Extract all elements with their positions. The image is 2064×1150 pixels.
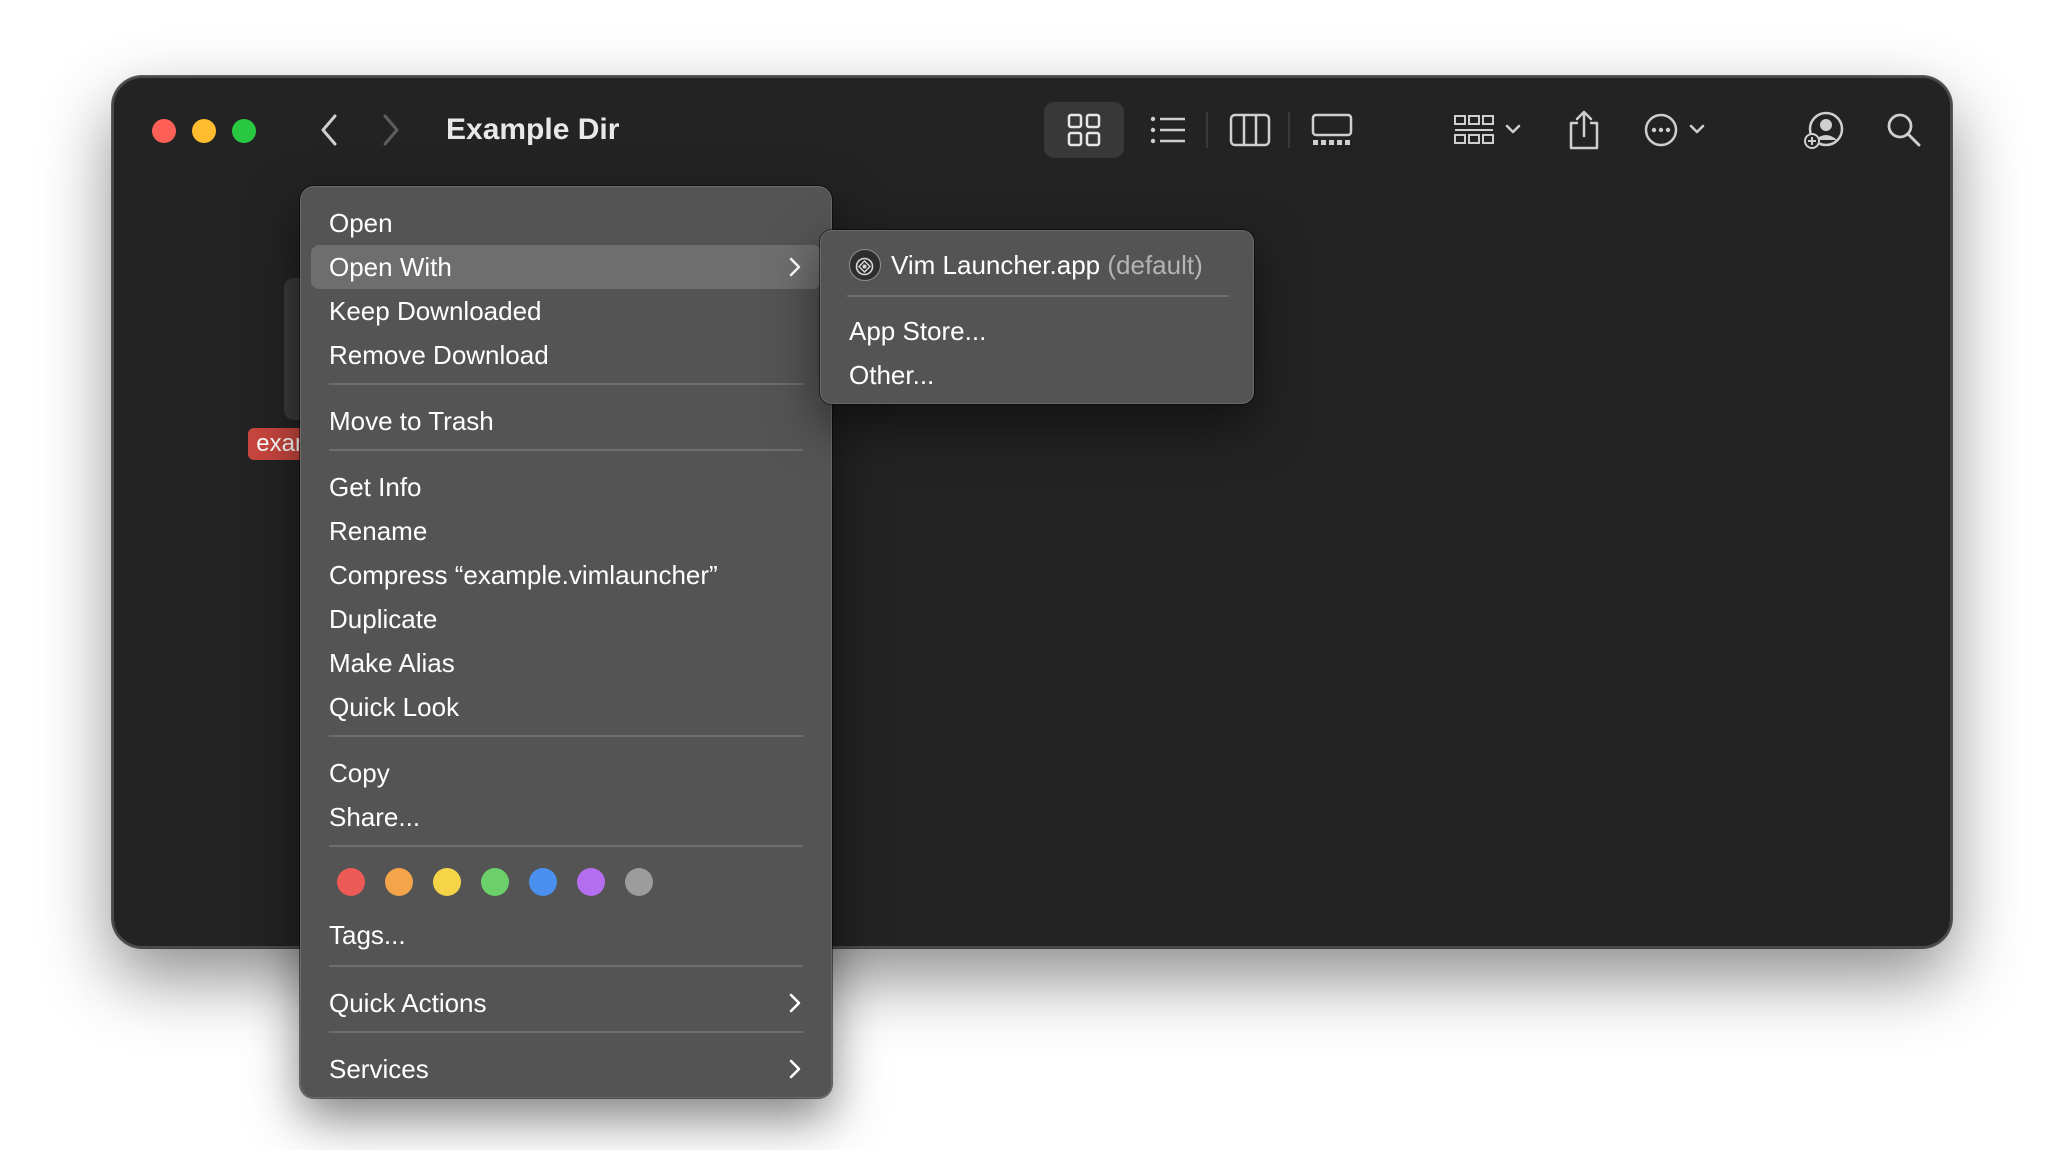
icon-view-button[interactable] bbox=[1044, 102, 1124, 158]
menu-separator bbox=[329, 383, 803, 385]
group-icon bbox=[1454, 115, 1521, 144]
tag-color-blue[interactable] bbox=[529, 868, 557, 896]
tag-color-red[interactable] bbox=[337, 868, 365, 896]
menu-item-share[interactable]: Share... bbox=[311, 795, 821, 839]
menu-item-rename[interactable]: Rename bbox=[311, 509, 821, 553]
column-view-button[interactable] bbox=[1214, 102, 1286, 158]
tag-color-green[interactable] bbox=[481, 868, 509, 896]
minimize-window-button[interactable] bbox=[192, 119, 216, 143]
close-window-button[interactable] bbox=[152, 119, 176, 143]
menu-item-quick-actions-label: Quick Actions bbox=[329, 988, 487, 1018]
gallery-view-button[interactable] bbox=[1296, 102, 1368, 158]
menu-item-services-label: Services bbox=[329, 1054, 429, 1084]
gallery-view-icon bbox=[1311, 113, 1353, 145]
menu-item-compress[interactable]: Compress “example.vimlauncher” bbox=[311, 553, 821, 597]
list-view-button[interactable] bbox=[1132, 102, 1204, 158]
menu-item-remove-download[interactable]: Remove Download bbox=[311, 333, 821, 377]
tag-color-gray[interactable] bbox=[625, 868, 653, 896]
search-icon bbox=[1887, 113, 1921, 147]
account-button[interactable] bbox=[1794, 102, 1854, 158]
menu-item-make-alias[interactable]: Make Alias bbox=[311, 641, 821, 685]
menu-item-tags[interactable]: Tags... bbox=[311, 913, 821, 957]
menu-separator bbox=[329, 965, 803, 967]
menu-item-open[interactable]: Open bbox=[311, 201, 821, 245]
submenu-separator bbox=[847, 295, 1229, 297]
submenu-item-app-store[interactable]: App Store... bbox=[831, 309, 1243, 353]
menu-separator bbox=[329, 449, 803, 451]
menu-separator bbox=[329, 845, 803, 847]
toolbar-divider bbox=[1288, 112, 1290, 148]
submenu-item-vim-launcher[interactable]: Vim Launcher.app (default) bbox=[831, 243, 1243, 287]
vim-launcher-app-icon bbox=[849, 249, 881, 281]
tag-color-yellow[interactable] bbox=[433, 868, 461, 896]
icon-view-icon bbox=[1067, 113, 1101, 147]
menu-item-copy[interactable]: Copy bbox=[311, 751, 821, 795]
group-button[interactable] bbox=[1444, 102, 1534, 158]
default-app-suffix: (default) bbox=[1107, 250, 1203, 280]
menu-item-open-with[interactable]: Open With bbox=[311, 245, 821, 289]
zoom-window-button[interactable] bbox=[232, 119, 256, 143]
chevron-right-icon bbox=[789, 993, 801, 1013]
menu-item-duplicate[interactable]: Duplicate bbox=[311, 597, 821, 641]
chevron-right-icon bbox=[789, 1059, 801, 1079]
account-icon bbox=[1804, 111, 1844, 149]
column-view-icon bbox=[1229, 113, 1271, 147]
menu-item-move-to-trash[interactable]: Move to Trash bbox=[311, 399, 821, 443]
chevron-right-icon bbox=[789, 257, 801, 277]
menu-item-get-info[interactable]: Get Info bbox=[311, 465, 821, 509]
tag-color-purple[interactable] bbox=[577, 868, 605, 896]
menu-item-keep-downloaded[interactable]: Keep Downloaded bbox=[311, 289, 821, 333]
open-with-submenu: Vim Launcher.app (default) App Store... … bbox=[820, 230, 1254, 404]
back-chevron-icon bbox=[321, 114, 337, 146]
submenu-item-other[interactable]: Other... bbox=[831, 353, 1243, 397]
forward-chevron-icon bbox=[383, 114, 399, 146]
toolbar-divider bbox=[1206, 112, 1208, 148]
search-button[interactable] bbox=[1874, 102, 1934, 158]
list-view-icon bbox=[1150, 116, 1185, 144]
back-button[interactable] bbox=[310, 110, 350, 150]
more-actions-icon bbox=[1644, 113, 1705, 147]
more-actions-button[interactable] bbox=[1634, 102, 1724, 158]
menu-item-services[interactable]: Services bbox=[311, 1047, 821, 1091]
menu-item-quick-actions[interactable]: Quick Actions bbox=[311, 981, 821, 1025]
menu-item-quick-look[interactable]: Quick Look bbox=[311, 685, 821, 729]
default-app-name: Vim Launcher.app bbox=[891, 250, 1101, 280]
forward-button[interactable] bbox=[370, 110, 410, 150]
share-icon bbox=[1569, 110, 1599, 150]
tag-color-orange[interactable] bbox=[385, 868, 413, 896]
menu-separator bbox=[329, 1031, 803, 1033]
menu-item-open-with-label: Open With bbox=[329, 252, 452, 282]
window-title: Example Dir bbox=[446, 113, 620, 146]
share-button[interactable] bbox=[1554, 102, 1614, 158]
menu-separator bbox=[329, 735, 803, 737]
context-menu: Open Open With Keep Downloaded Remove Do… bbox=[300, 186, 832, 1098]
